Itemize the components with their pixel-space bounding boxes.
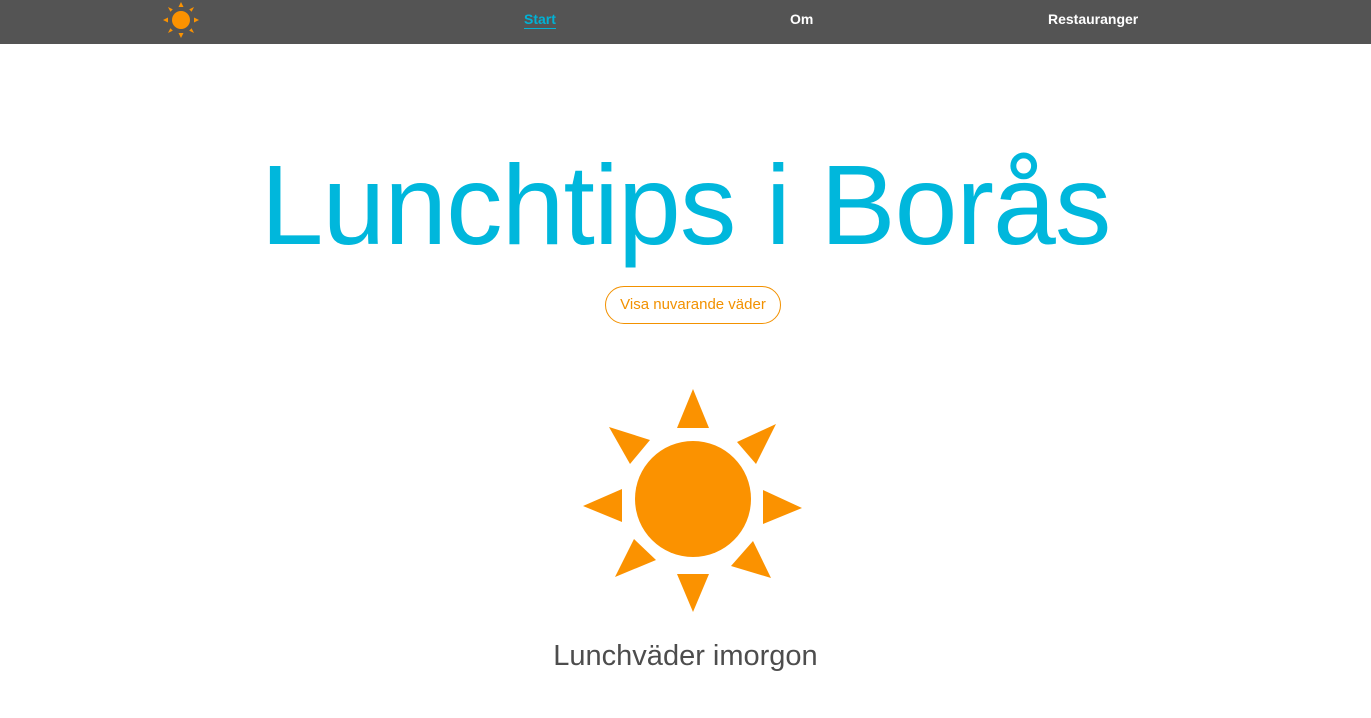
sun-icon[interactable]	[163, 2, 199, 38]
page-title: Lunchtips i Borås	[260, 142, 1112, 268]
forecast-label: Lunchväder imorgon	[553, 640, 818, 672]
nav-link-restauranger[interactable]: Restauranger	[1048, 11, 1138, 27]
show-current-weather-button[interactable]: Visa nuvarande väder	[605, 286, 781, 324]
nav-link-start[interactable]: Start	[524, 11, 556, 29]
sun-icon	[583, 389, 802, 612]
nav-link-om[interactable]: Om	[790, 11, 813, 27]
top-navbar: Start Om Restauranger	[0, 0, 1371, 44]
